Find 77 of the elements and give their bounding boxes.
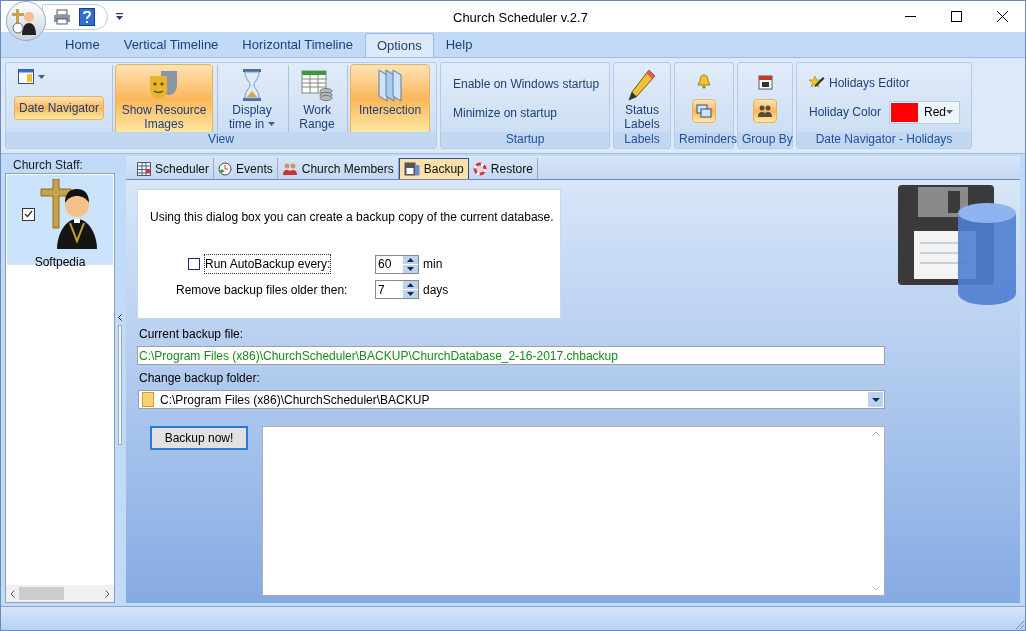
text-field[interactable]: C:\Program Files (x86)\ChurchScheduler\BACKUP\ChurchDatabase_2-16-2017.chbackup: [137, 346, 885, 365]
people-icon: [281, 161, 298, 176]
table-coins-icon: [301, 68, 334, 101]
folder-icon: [142, 392, 154, 407]
unit-label: min: [423, 256, 443, 273]
horizontal-scrollbar[interactable]: [6, 585, 114, 602]
bell-icon: [697, 74, 711, 89]
checkbox-label[interactable]: Run AutoBackup every:: [204, 254, 332, 274]
priest-icon: [38, 179, 99, 249]
holiday-color-label: Holiday Color: [809, 104, 882, 121]
content-tab[interactable]: Church Members: [277, 158, 399, 179]
ribbon-tab[interactable]: Home: [53, 33, 112, 57]
window-title: Church Scheduler v.2.7: [453, 9, 588, 27]
content-tab[interactable]: Backup: [398, 158, 469, 179]
ribbon-group-label: Startup: [441, 132, 609, 148]
hourglass-icon: [241, 67, 264, 102]
number-spinner[interactable]: 60: [375, 254, 419, 274]
spin-arrows-icon: [403, 255, 418, 273]
field-label: Current backup file:: [139, 326, 245, 343]
lifebuoy-icon: [472, 161, 487, 176]
customize-toolbar-icon[interactable]: [116, 13, 123, 20]
close-icon: [996, 11, 1008, 22]
content-tab[interactable]: Scheduler: [133, 158, 215, 179]
color-dropdown[interactable]: Red: [889, 100, 961, 124]
people-icon: [757, 104, 773, 119]
caret-icon: [946, 110, 954, 114]
intro-text: Using this dialog box you can create a backup copy of the current database.: [150, 209, 555, 226]
backup-now-button[interactable]: Backup now!: [150, 426, 248, 450]
panes-icon: [377, 67, 404, 102]
ribbon-button[interactable]: Work Range: [291, 63, 344, 134]
folder-dropdown[interactable]: C:\Program Files (x86)\ChurchScheduler\BACKUP: [138, 390, 885, 409]
scroll-up-icon: [872, 431, 880, 436]
ribbon-tab[interactable]: Options: [364, 33, 434, 57]
check-icon: [23, 210, 33, 218]
checkbox[interactable]: [188, 258, 200, 270]
field-label: Change backup folder:: [139, 370, 261, 387]
minimize-icon: [904, 16, 916, 17]
dropdown-arrow-icon: [871, 397, 880, 402]
field-label: Remove backup files older then:: [175, 281, 349, 299]
scroll-down-icon: [872, 586, 880, 591]
printer-icon[interactable]: [53, 8, 71, 25]
ribbon-group-label: Date Navigator - Holidays: [797, 132, 971, 148]
unit-label: days: [423, 281, 449, 299]
content-tab[interactable]: Restore: [468, 158, 538, 179]
ribbon-button[interactable]: Show Resource Images: [115, 63, 214, 134]
ribbon-tab[interactable]: Horizontal Timeline: [230, 33, 365, 57]
ribbon-group-label: Group By: [738, 132, 792, 148]
ribbon-icon-button[interactable]: [753, 99, 777, 124]
ribbon-tab[interactable]: Help: [433, 33, 485, 57]
star-pencil-icon: [809, 75, 825, 90]
scroll-left-icon: [10, 589, 15, 598]
app-menu-button[interactable]: [6, 1, 46, 41]
layout-icon: [18, 69, 34, 84]
ribbon-link-button[interactable]: Holidays Editor: [809, 73, 959, 92]
ribbon-icon-button[interactable]: [692, 99, 716, 123]
maximize-icon: [950, 11, 962, 22]
resize-grip-icon: [1015, 620, 1025, 630]
scroll-right-icon: [105, 589, 110, 598]
pencil-icon: [627, 67, 657, 102]
number-spinner[interactable]: 7: [375, 280, 419, 299]
floppy-icon: [403, 162, 420, 176]
ribbon-button[interactable]: Display time in: [220, 63, 285, 134]
ribbon-group-label: View: [6, 132, 436, 148]
ribbon-tab[interactable]: Vertical Timeline: [111, 33, 231, 57]
ribbon-link-button[interactable]: Minimize on startup: [453, 104, 597, 123]
table-icon: [137, 161, 151, 176]
ribbon-button[interactable]: Intersection: [350, 63, 431, 134]
date-navigator-button[interactable]: Date Navigator: [14, 96, 105, 120]
ribbon-link-button[interactable]: Enable on Windows startup: [453, 74, 597, 93]
help-icon[interactable]: [79, 7, 95, 26]
ribbon-group-label: Labels: [614, 132, 670, 148]
content-tab[interactable]: Events: [214, 158, 278, 179]
calendar-icon: [757, 73, 773, 90]
windows-icon: [696, 104, 712, 118]
spin-arrows-icon: [403, 281, 418, 298]
caret-icon: [38, 74, 45, 79]
checkbox[interactable]: [21, 207, 35, 221]
